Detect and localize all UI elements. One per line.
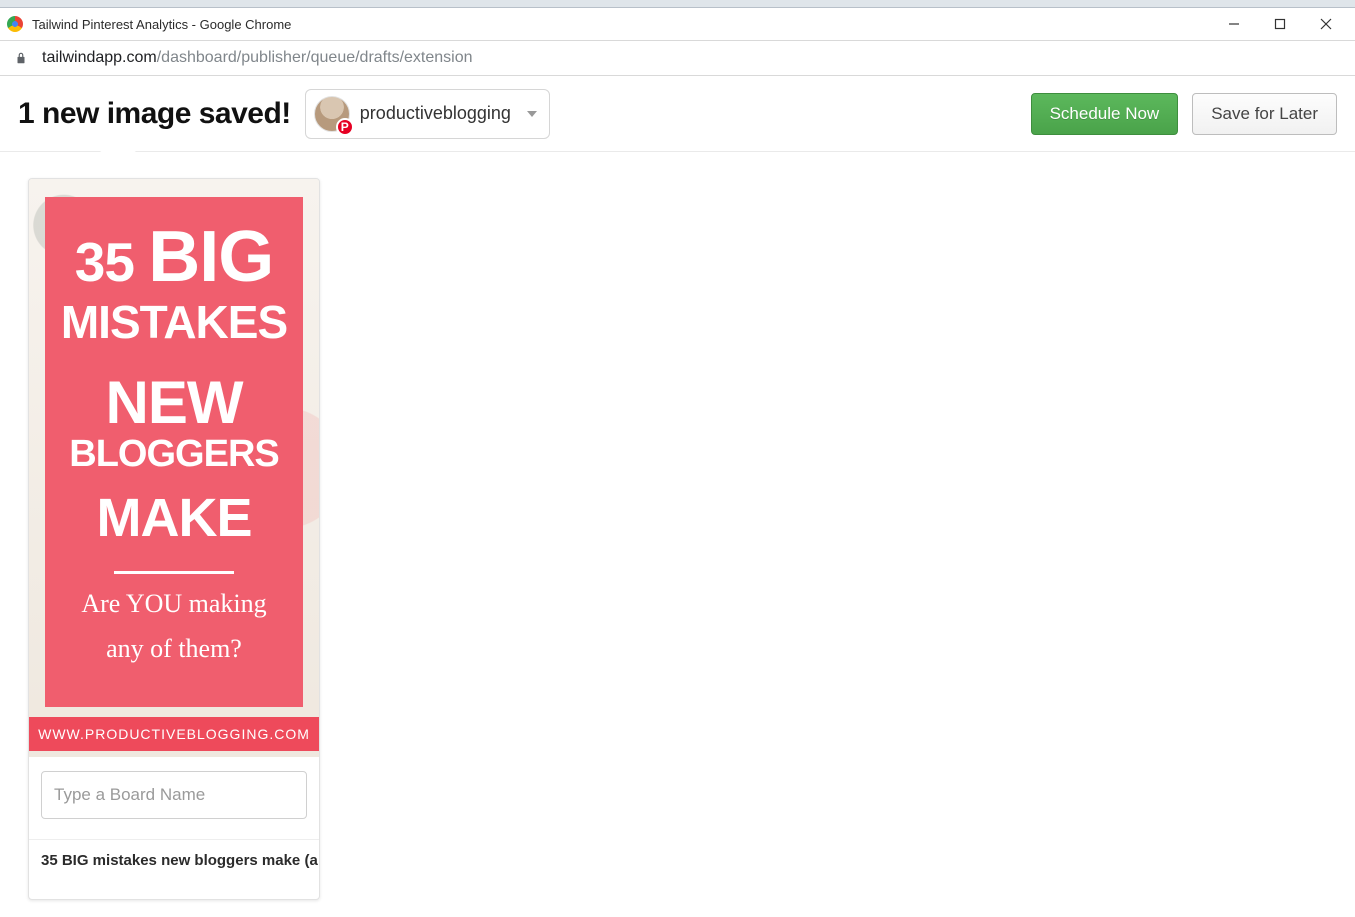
pin-divider [114, 571, 234, 574]
account-selector[interactable]: P productiveblogging [305, 89, 550, 139]
url-host: tailwindapp.com [42, 49, 157, 67]
pinterest-icon: P [336, 118, 354, 136]
pin-text-make: MAKE [97, 491, 252, 545]
pin-text-new: NEW [106, 373, 243, 433]
pin-url-strap: WWW.PRODUCTIVEBLOGGING.COM [29, 717, 319, 751]
pin-subtext-2: any of them? [106, 633, 242, 664]
schedule-now-button[interactable]: Schedule Now [1031, 93, 1179, 135]
pin-subtext-1: Are YOU making [81, 588, 266, 619]
pin-card: 35 BIG MISTAKES NEW BLOGGERS MAKE Are YO… [28, 178, 320, 900]
window-title-bar: Tailwind Pinterest Analytics - Google Ch… [0, 8, 1355, 41]
pin-text-mistakes: MISTAKES [61, 299, 287, 345]
pin-text-big: BIG [148, 217, 273, 297]
pin-text-bloggers: BLOGGERS [69, 435, 278, 473]
save-for-later-button[interactable]: Save for Later [1192, 93, 1337, 135]
address-bar[interactable]: tailwindapp.com/dashboard/publisher/queu… [0, 41, 1355, 76]
app-header: 1 new image saved! P productiveblogging … [0, 76, 1355, 152]
pin-image-panel: 35 BIG MISTAKES NEW BLOGGERS MAKE Are YO… [45, 197, 303, 707]
lock-icon [14, 51, 28, 65]
chevron-down-icon [527, 111, 537, 117]
board-name-input[interactable] [41, 771, 307, 819]
chrome-icon [6, 15, 24, 33]
pin-text-35: 35 [75, 231, 148, 293]
window-maximize-button[interactable] [1257, 8, 1303, 41]
avatar-wrap: P [314, 96, 350, 132]
content-scroll-area[interactable]: 35 BIG MISTAKES NEW BLOGGERS MAKE Are YO… [0, 152, 1355, 917]
pin-caption[interactable]: 35 BIG mistakes new bloggers make (a [29, 840, 319, 899]
board-input-wrap [29, 757, 319, 840]
pin-image[interactable]: 35 BIG MISTAKES NEW BLOGGERS MAKE Are YO… [29, 179, 319, 757]
page-title: 1 new image saved! [18, 97, 291, 131]
account-name: productiveblogging [360, 103, 511, 124]
window-close-button[interactable] [1303, 8, 1349, 41]
url-path: /dashboard/publisher/queue/drafts/extens… [157, 49, 473, 67]
window-title: Tailwind Pinterest Analytics - Google Ch… [32, 17, 1211, 32]
browser-tab-strip [0, 0, 1355, 8]
window-minimize-button[interactable] [1211, 8, 1257, 41]
